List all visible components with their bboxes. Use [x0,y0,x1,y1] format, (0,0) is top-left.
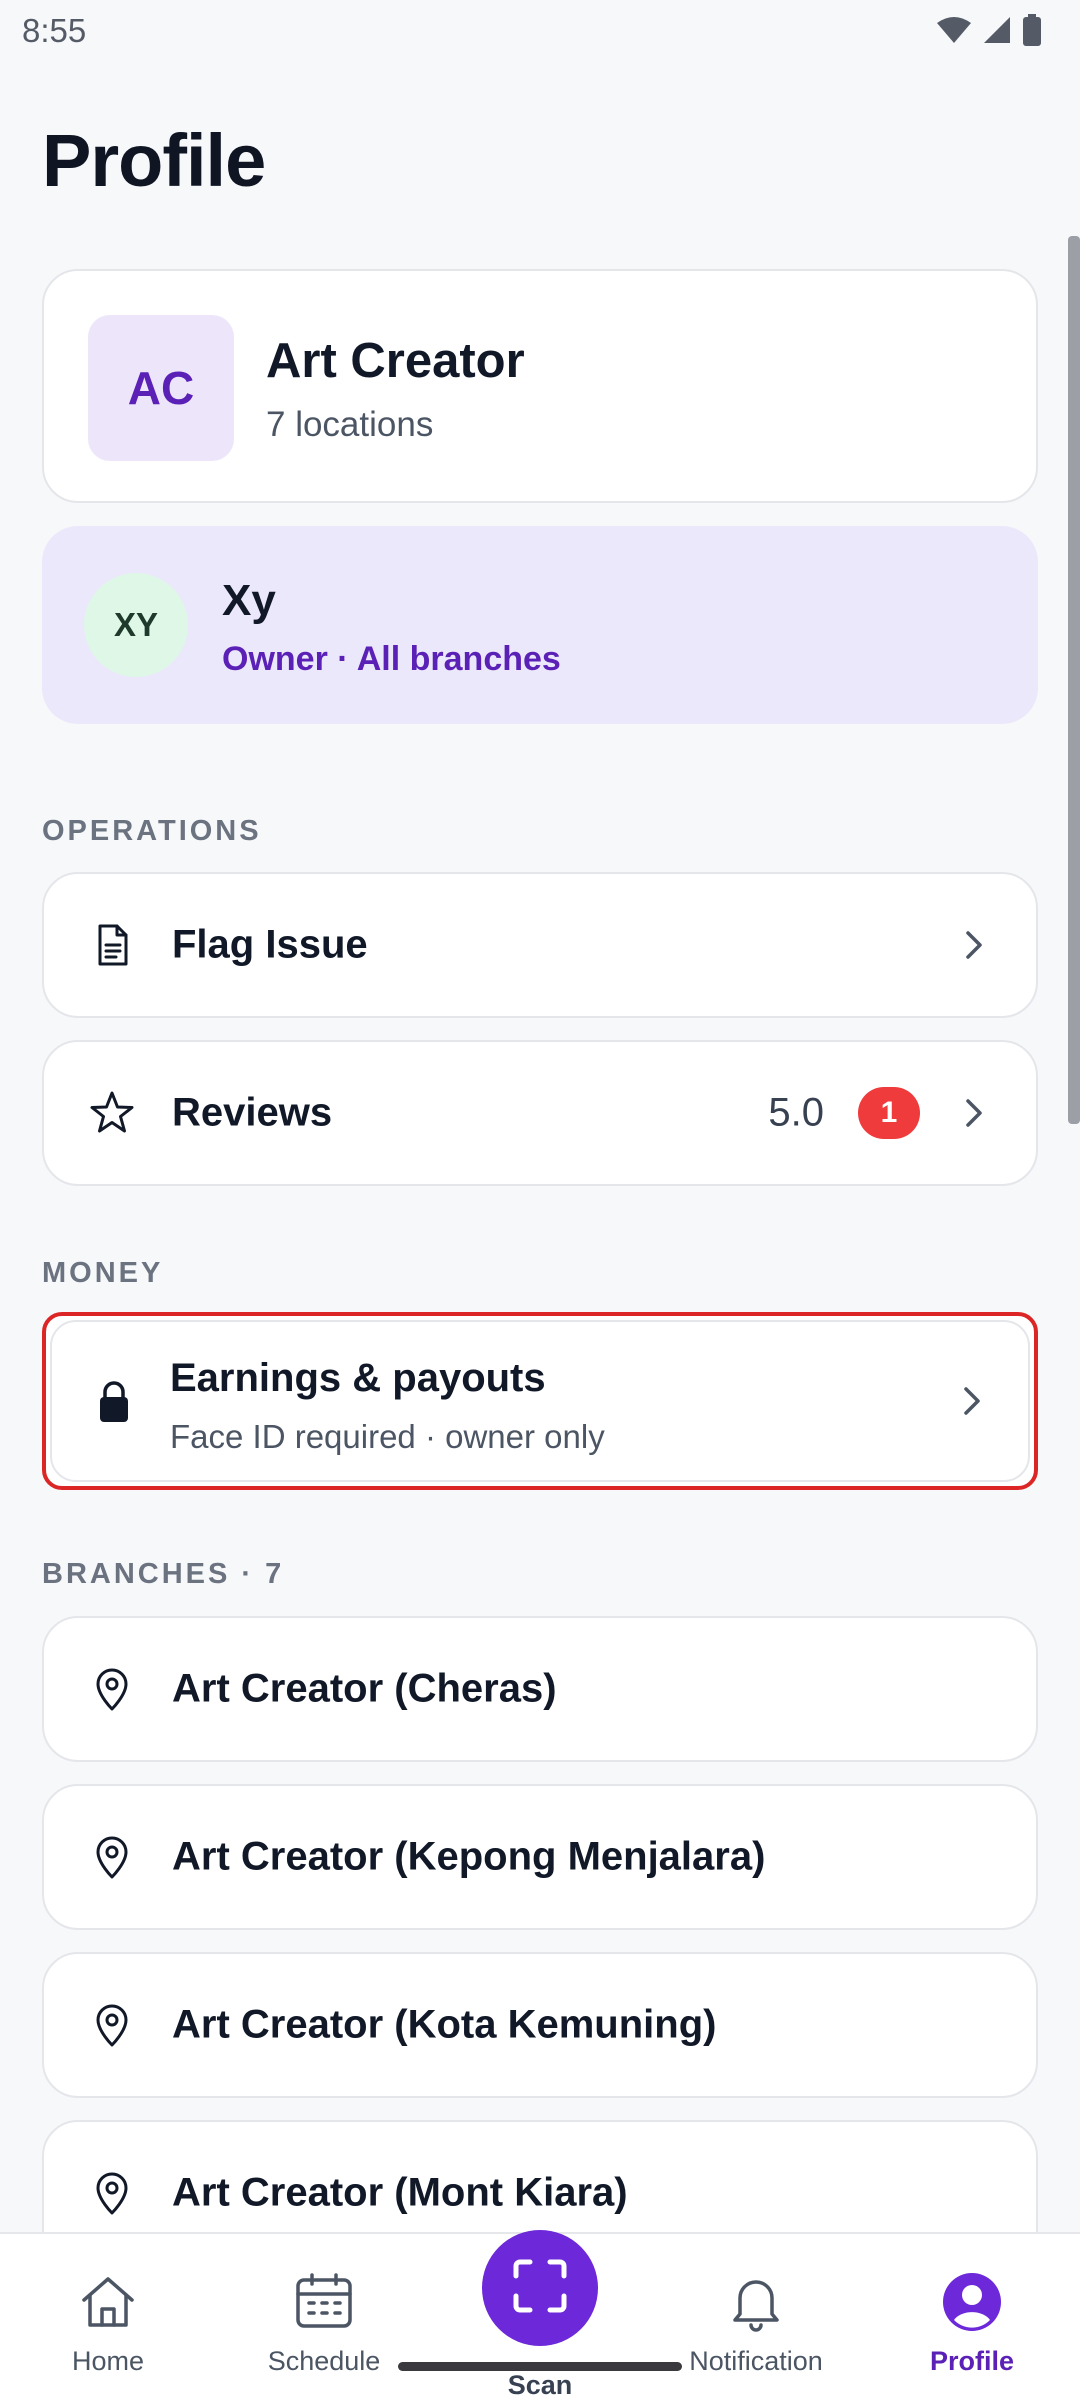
branch-label: Art Creator (Cheras) [172,1666,557,1711]
nav-profile-label: Profile [929,2346,1015,2376]
reviews-label: Reviews [172,1090,333,1135]
business-avatar: AC [88,315,234,461]
branch-label: Art Creator (Kota Kemuning) [172,2002,717,2047]
reviews-count-badge: 1 [858,1087,920,1139]
business-name: Art Creator [266,334,525,388]
nav-notification-label: Notification [689,2346,823,2376]
nav-notification[interactable]: Notification [648,2234,864,2400]
branch-label: Art Creator (Kepong Menjalara) [172,1834,766,1879]
business-card[interactable]: AC Art Creator 7 locations [42,269,1038,503]
reviews-row[interactable]: Reviews 5.0 1 [42,1040,1038,1186]
section-label-money: MONEY [42,1257,164,1289]
user-name: Xy [222,576,276,625]
flag-issue-label: Flag Issue [172,922,368,967]
user-avatar: XY [84,573,188,677]
earnings-subtitle: Face ID required · owner only [170,1418,605,1455]
nav-schedule[interactable]: Schedule [216,2234,432,2400]
status-icons [936,14,1042,46]
lock-icon [90,1377,138,1425]
status-bar: 8:55 [0,0,1080,64]
wifi-icon [936,15,972,45]
branch-item[interactable]: Art Creator (Kota Kemuning) [42,1952,1038,2098]
scan-icon [510,2256,570,2321]
nav-home[interactable]: Home [0,2234,216,2400]
chevron-right-icon [958,925,988,965]
earnings-payouts-row[interactable]: Earnings & payouts Face ID required · ow… [42,1312,1038,1490]
earnings-label: Earnings & payouts [170,1356,546,1400]
status-time: 8:55 [22,12,87,49]
home-icon [76,2270,140,2334]
business-locations: 7 locations [266,405,434,444]
scrollbar[interactable] [1068,236,1080,1124]
section-label-branches: BRANCHES · 7 [42,1558,285,1590]
nav-profile[interactable]: Profile [864,2234,1080,2400]
scan-button[interactable] [482,2230,598,2346]
user-card[interactable]: XY Xy Owner · All branches [42,526,1038,724]
map-pin-icon [88,1833,136,1881]
battery-icon [1022,14,1042,46]
document-icon [88,921,136,969]
bell-icon [724,2270,788,2334]
calendar-icon [292,2270,356,2334]
nav-home-label: Home [71,2346,145,2376]
branch-item[interactable]: Art Creator (Cheras) [42,1616,1038,1762]
section-label-operations: OPERATIONS [42,815,262,847]
user-role: Owner · All branches [222,640,561,678]
reviews-rating: 5.0 [768,1090,824,1135]
page-title: Profile [42,119,266,202]
map-pin-icon [88,2169,136,2217]
signal-icon [982,15,1012,45]
chevron-right-icon [958,1093,988,1133]
branch-label: Art Creator (Mont Kiara) [172,2170,628,2215]
earnings-card-inner [50,1320,1030,1482]
home-indicator [398,2362,682,2371]
flag-issue-row[interactable]: Flag Issue [42,872,1038,1018]
star-icon [88,1089,136,1137]
map-pin-icon [88,1665,136,1713]
map-pin-icon [88,2001,136,2049]
profile-icon [940,2270,1004,2334]
nav-scan-label: Scan [507,2370,573,2400]
branch-item[interactable]: Art Creator (Kepong Menjalara) [42,1784,1038,1930]
chevron-right-icon [956,1381,986,1421]
